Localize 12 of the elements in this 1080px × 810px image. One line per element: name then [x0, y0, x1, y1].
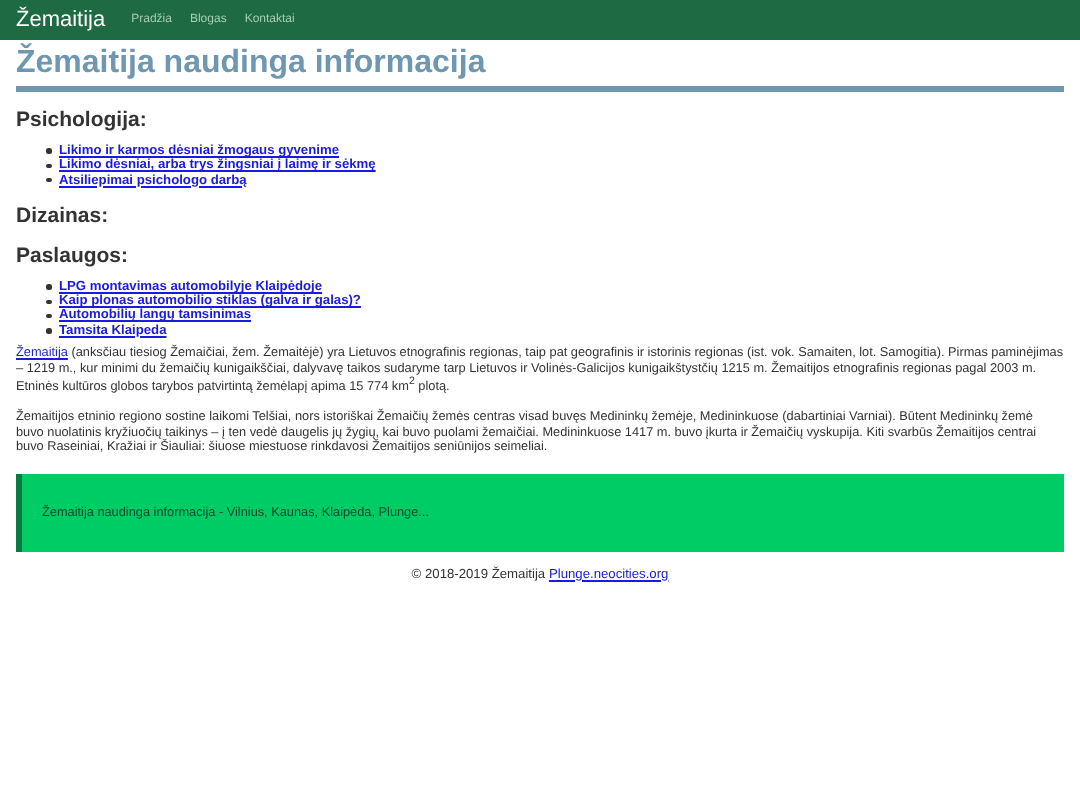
section-heading: Psichologija:: [16, 108, 149, 132]
section-heading: Dizainas:: [16, 203, 111, 228]
bullet-icon: [46, 299, 51, 305]
section-heading: Paslaugos:: [16, 243, 131, 268]
bullet-icon: [46, 313, 51, 319]
bullet-icon: [46, 284, 51, 290]
brand-link[interactable]: Žemaitija: [16, 8, 106, 32]
bullet-icon: [46, 328, 51, 334]
bullet-icon: [46, 177, 51, 183]
bullet-icon: [46, 163, 51, 169]
page-title: Žemaitija naudinga informacija: [16, 46, 488, 82]
bullet-icon: [46, 148, 51, 154]
